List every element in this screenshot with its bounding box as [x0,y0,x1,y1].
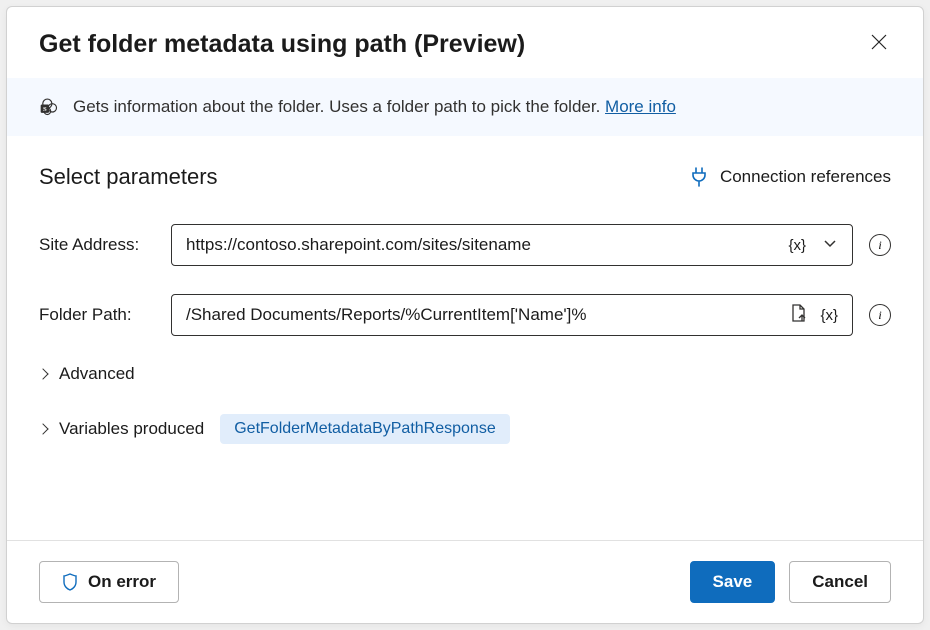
svg-text:S: S [43,106,47,113]
variable-chip[interactable]: GetFolderMetadataByPathResponse [220,414,509,444]
shield-icon [62,573,78,591]
save-button[interactable]: Save [690,561,776,603]
dialog-footer: On error Save Cancel [7,540,923,623]
site-address-input-wrapper[interactable]: {x} [171,224,853,266]
info-icon: i [878,238,881,253]
dialog-body: Select parameters Connection references … [7,136,923,540]
info-icon: i [878,308,881,323]
variables-produced-label: Variables produced [59,419,204,439]
folder-path-input[interactable] [186,305,790,325]
chevron-right-icon [37,423,48,434]
dialog-title: Get folder metadata using path (Preview) [39,30,525,59]
section-title: Select parameters [39,164,218,190]
advanced-toggle[interactable]: Advanced [39,364,891,384]
close-icon [871,34,887,50]
section-header-row: Select parameters Connection references [39,164,891,190]
folder-path-actions: {x} [790,303,842,328]
on-error-label: On error [88,572,156,592]
more-info-link[interactable]: More info [605,97,676,116]
folder-path-label: Folder Path: [39,305,155,325]
on-error-button[interactable]: On error [39,561,179,603]
connection-references-link[interactable]: Connection references [690,167,891,187]
variable-picker-button[interactable]: {x} [816,305,842,326]
file-picker-button[interactable] [790,303,808,328]
param-row-folder-path: Folder Path: {x} i [39,294,891,336]
dialog-header: Get folder metadata using path (Preview) [7,7,923,78]
variable-picker-button[interactable]: {x} [784,235,810,256]
site-address-input[interactable] [186,235,784,255]
cancel-label: Cancel [812,572,868,592]
variables-produced-toggle[interactable]: Variables produced GetFolderMetadataByPa… [39,414,891,444]
save-label: Save [713,572,753,592]
info-description: Gets information about the folder. Uses … [73,97,605,116]
chevron-right-icon [37,368,48,379]
folder-path-input-wrapper[interactable]: {x} [171,294,853,336]
connection-references-label: Connection references [720,167,891,187]
close-button[interactable] [867,29,891,60]
dialog: Get folder metadata using path (Preview)… [6,6,924,624]
site-address-info-button[interactable]: i [869,234,891,256]
param-row-site-address: Site Address: {x} i [39,224,891,266]
cancel-button[interactable]: Cancel [789,561,891,603]
folder-path-info-button[interactable]: i [869,304,891,326]
info-text: Gets information about the folder. Uses … [73,97,676,117]
dropdown-button[interactable] [818,235,842,256]
chevron-down-icon [822,235,838,251]
info-bar: S Gets information about the folder. Use… [7,78,923,136]
footer-right: Save Cancel [690,561,891,603]
plug-icon [690,167,708,187]
sharepoint-icon: S [39,97,59,117]
site-address-label: Site Address: [39,235,155,255]
advanced-label: Advanced [59,364,135,384]
file-arrow-icon [790,303,808,323]
site-address-actions: {x} [784,235,842,256]
